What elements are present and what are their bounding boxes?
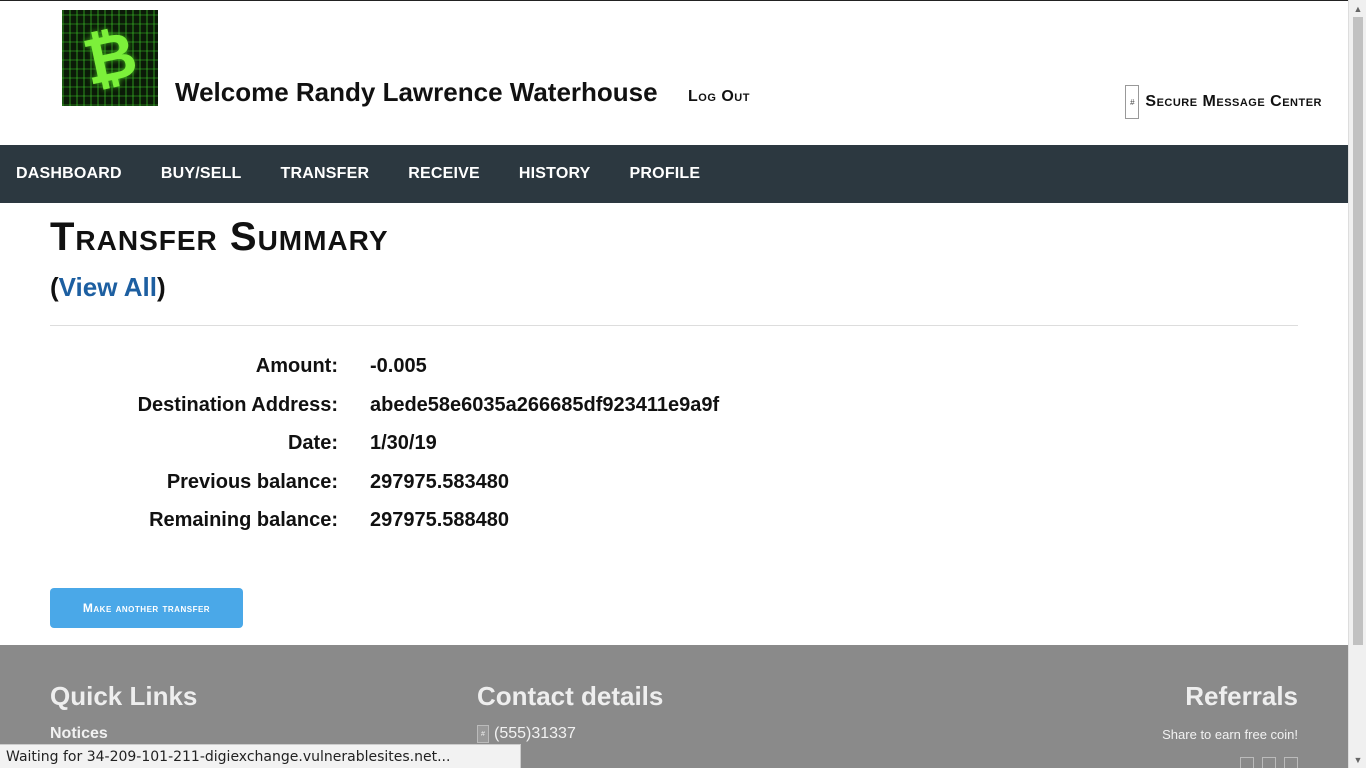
summary-value: -0.005 [370,355,427,377]
summary-value: 1/30/19 [370,432,437,454]
social-share-icon[interactable] [1240,757,1254,768]
header: ₿ Welcome Randy Lawrence Waterhouse Log … [0,1,1348,145]
summary-row-date: Date: 1/30/19 [50,430,850,469]
footer-referrals-title: Referrals [1185,681,1298,711]
main-content: Transfer Summary (View All) Amount: -0.0… [50,203,1298,628]
nav-item-receive[interactable]: RECEIVE [408,165,480,183]
summary-value: 297975.583480 [370,470,510,493]
footer-notices-link[interactable]: Notices [50,725,108,743]
summary-value: 297975.588480 [370,509,510,531]
summary-label: Date: [287,432,338,454]
scroll-up-arrow-icon[interactable]: ▲ [1349,0,1366,17]
summary-label: Remaining balance: [149,509,338,531]
bitcoin-symbol-icon: ₿ [76,16,144,101]
footer-quick-links-title: Quick Links [50,681,198,711]
footer-share-text: Share to earn free coin! [1162,727,1298,742]
vertical-scrollbar[interactable]: ▲ ▼ [1348,0,1366,768]
nav-item-transfer[interactable]: TRANSFER [281,165,370,183]
page: ₿ Welcome Randy Lawrence Waterhouse Log … [0,0,1348,768]
view-all-open-paren: ( [50,272,59,302]
summary-row-destination: Destination Address: abede58e6035a266685… [50,392,850,431]
footer-phone-number: (555)31337 [494,725,576,742]
footer-social-icons [1240,757,1298,768]
nav-item-dashboard[interactable]: DASHBOARD [16,165,122,183]
view-all-close-paren: ) [156,272,166,302]
scroll-down-arrow-icon[interactable]: ▼ [1349,751,1366,768]
secure-message-center-label: Secure Message Center [1145,93,1322,110]
summary-row-amount: Amount: -0.005 [50,353,850,392]
welcome-message: Welcome Randy Lawrence Waterhouse [175,77,658,107]
summary-row-remaining-balance: Remaining balance: 297975.588480 [50,507,850,546]
view-all-wrapper: (View All) [50,272,1298,303]
view-all-link[interactable]: View All [59,272,157,302]
social-share-icon[interactable] [1284,757,1298,768]
scrollbar-thumb[interactable] [1353,17,1363,645]
divider [50,325,1298,326]
summary-label: Previous balance: [166,470,338,493]
phone-icon: # [477,725,489,743]
summary-value: abede58e6035a266685df923411e9a9f [370,393,720,416]
logout-link[interactable]: Log Out [688,88,750,106]
main-nav: DASHBOARD BUY/SELL TRANSFER RECEIVE HIST… [0,145,1348,203]
summary-label: Destination Address: [137,393,338,416]
footer-contact-title: Contact details [477,681,664,711]
nav-item-history[interactable]: HISTORY [519,165,591,183]
make-another-transfer-button[interactable]: Make another transfer [50,588,243,628]
footer-phone: # (555)31337 [477,725,576,743]
bitcoin-logo-icon[interactable]: ₿ [62,10,158,106]
nav-item-buy-sell[interactable]: BUY/SELL [161,165,242,183]
phone-icon: # [1125,85,1140,119]
nav-item-profile[interactable]: PROFILE [630,165,701,183]
transfer-summary-table: Amount: -0.005 Destination Address: abed… [50,353,850,546]
summary-row-previous-balance: Previous balance: 297975.583480 [50,469,850,508]
summary-label: Amount: [255,355,338,377]
secure-message-center-link[interactable]: # Secure Message Center [1125,85,1322,119]
page-title: Transfer Summary [50,215,389,259]
social-share-icon[interactable] [1262,757,1276,768]
browser-status-bar: Waiting for 34-209-101-211-digiexchange.… [0,744,521,768]
